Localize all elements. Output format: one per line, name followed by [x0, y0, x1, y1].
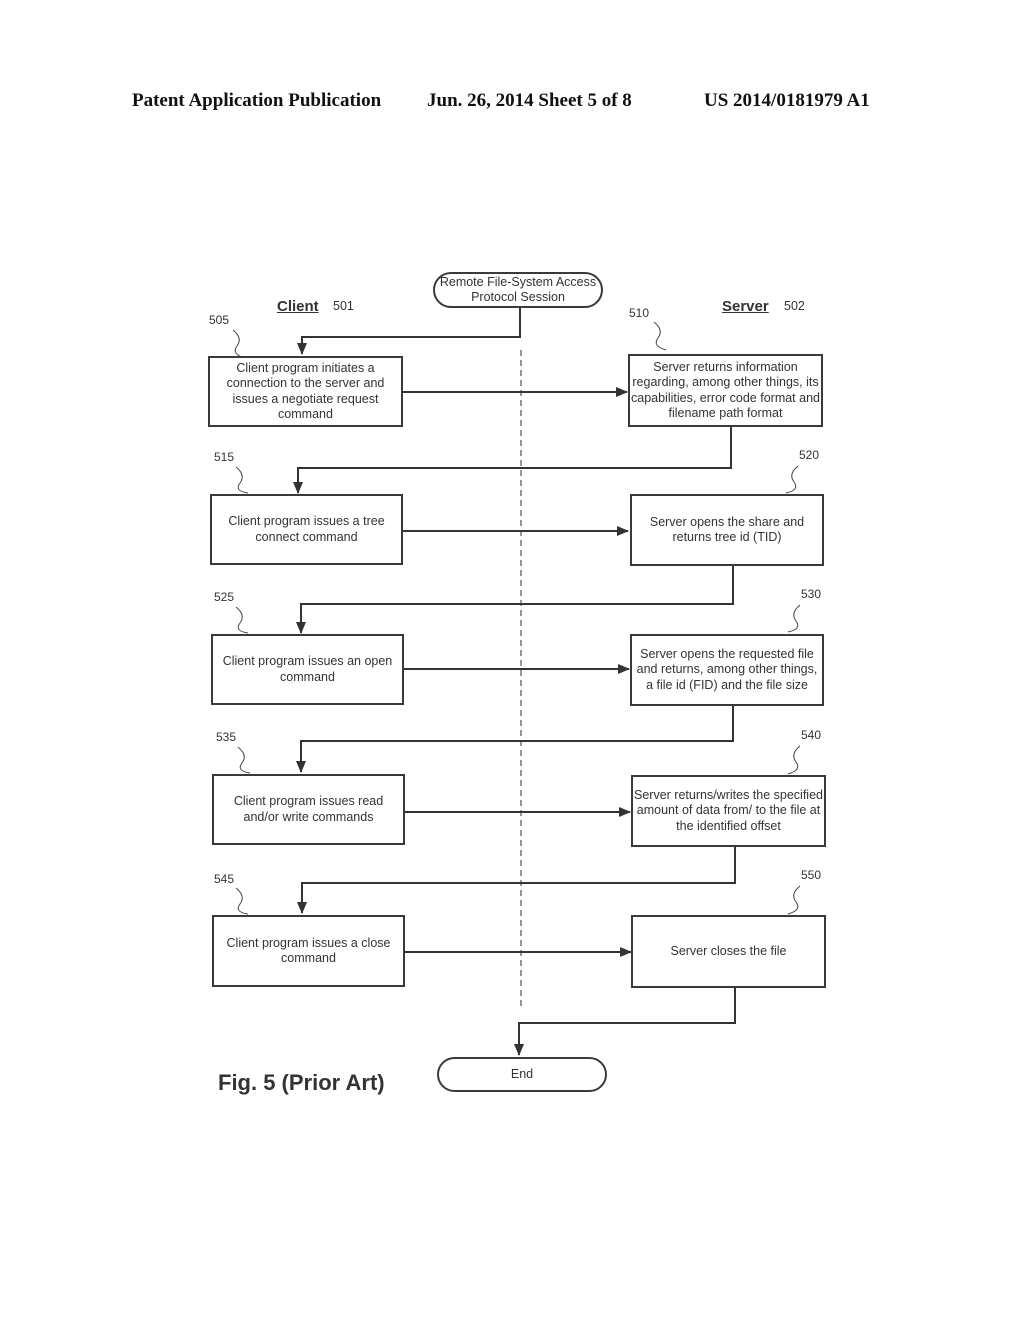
client-lane-ref: 501: [333, 299, 354, 313]
leader-515: [235, 466, 249, 494]
server-step-540: Server returns/writes the specified amou…: [631, 775, 826, 847]
server-step-510: Server returns information regarding, am…: [628, 354, 823, 427]
step-ref: 540: [801, 728, 822, 742]
server-lane-label: Server: [722, 298, 769, 315]
step-ref: 530: [801, 587, 822, 601]
leader-540: [787, 745, 801, 775]
leader-505: [232, 329, 246, 359]
leader-535: [237, 746, 251, 774]
client-step-535: Client program issues read and/or write …: [212, 774, 405, 845]
start-terminal: Remote File-System Access Protocol Sessi…: [433, 272, 603, 308]
server-step-520: Server opens the share and returns tree …: [630, 494, 824, 566]
connector-510-to-515: [293, 427, 732, 494]
client-step-505: Client program initiates a connection to…: [208, 356, 403, 427]
step-ref: 545: [214, 872, 235, 886]
leader-530: [787, 604, 801, 633]
connector-520-to-525: [296, 566, 734, 634]
client-step-525: Client program issues an open command: [211, 634, 404, 705]
leader-510: [653, 321, 667, 351]
flowchart-connectors: [232, 308, 801, 1056]
leader-545: [235, 887, 249, 915]
connector-550-to-end: [514, 988, 736, 1056]
step-ref: 550: [801, 868, 822, 882]
client-step-545: Client program issues a close command: [212, 915, 405, 987]
leader-520: [785, 465, 799, 494]
client-step-515: Client program issues a tree connect com…: [210, 494, 403, 565]
end-terminal: End: [437, 1057, 607, 1092]
step-ref: 515: [214, 450, 235, 464]
step-ref: 510: [629, 306, 650, 320]
leader-550: [787, 885, 801, 915]
connector-540-to-545: [297, 847, 736, 914]
client-lane-label: Client: [277, 298, 319, 315]
server-step-550: Server closes the file: [631, 915, 826, 988]
step-ref: 520: [799, 448, 820, 462]
step-ref: 505: [209, 313, 230, 327]
server-lane-ref: 502: [784, 299, 805, 313]
connector-start-to-505: [297, 308, 521, 355]
server-step-530: Server opens the requested file and retu…: [630, 634, 824, 706]
figure-caption: Fig. 5 (Prior Art): [218, 1070, 385, 1095]
leader-525: [235, 606, 249, 634]
step-ref: 535: [216, 730, 237, 744]
connector-530-to-535: [296, 706, 734, 773]
step-ref: 525: [214, 590, 235, 604]
